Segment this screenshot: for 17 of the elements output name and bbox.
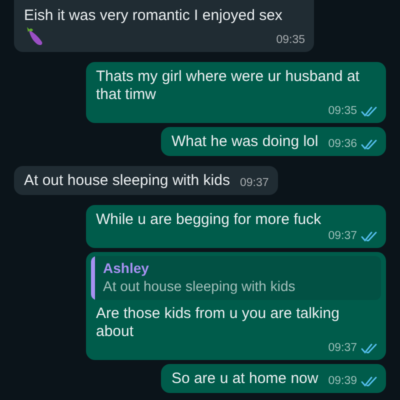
message-text: At out house sleeping with kids: [24, 172, 230, 190]
message-time: 09:37: [328, 229, 357, 243]
quoted-message[interactable]: Ashley At out house sleeping with kids: [91, 256, 381, 300]
message-text: While u are begging for more fuck: [96, 211, 322, 229]
message-time: 09:37: [240, 176, 269, 190]
message-time: 09:39: [328, 374, 357, 388]
message-time: 09:37: [328, 341, 357, 355]
message-time: 09:36: [328, 137, 357, 151]
message-text: So are u at home now: [171, 370, 318, 388]
message-text: What he was doing lol: [171, 133, 318, 151]
quote-author: Ashley: [103, 260, 150, 277]
message-text: Eish it was very romantic I enjoyed sex: [24, 7, 282, 25]
quote-text: At out house sleeping with kids: [103, 278, 296, 295]
message-time: 09:35: [328, 104, 357, 118]
message-text: Thats my girl where were ur husband at that timw: [96, 68, 360, 104]
message-text: Are those kids from u you are talking about: [96, 305, 340, 341]
message-time: 09:35: [276, 33, 305, 47]
